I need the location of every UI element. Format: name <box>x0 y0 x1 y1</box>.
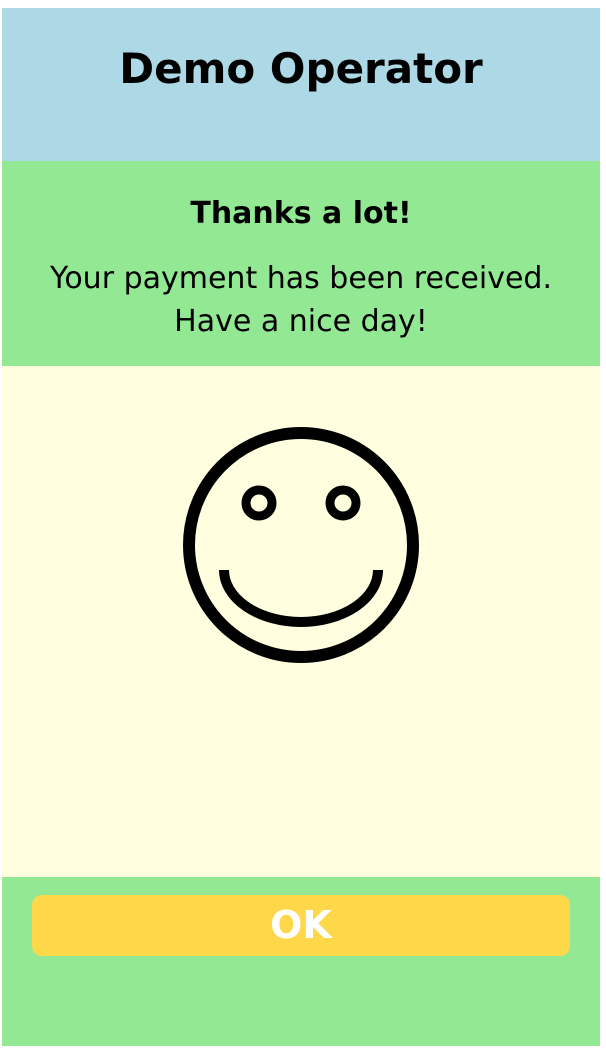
smiley-face-icon <box>183 427 419 663</box>
thanks-title: Thanks a lot! <box>190 196 412 231</box>
message-line-2: Have a nice day! <box>174 304 428 339</box>
footer: OK <box>2 877 600 1046</box>
ok-button[interactable]: OK <box>32 895 570 956</box>
payment-success-screen: Demo Operator Thanks a lot! Your payment… <box>2 8 600 1046</box>
header: Demo Operator <box>2 8 600 161</box>
thanks-message: Your payment has been received. Have a n… <box>2 257 600 343</box>
message-line-1: Your payment has been received. <box>49 261 553 296</box>
operator-name: Demo Operator <box>119 44 483 93</box>
content-area <box>2 366 600 877</box>
message-panel: Thanks a lot! Your payment has been rece… <box>2 161 600 366</box>
